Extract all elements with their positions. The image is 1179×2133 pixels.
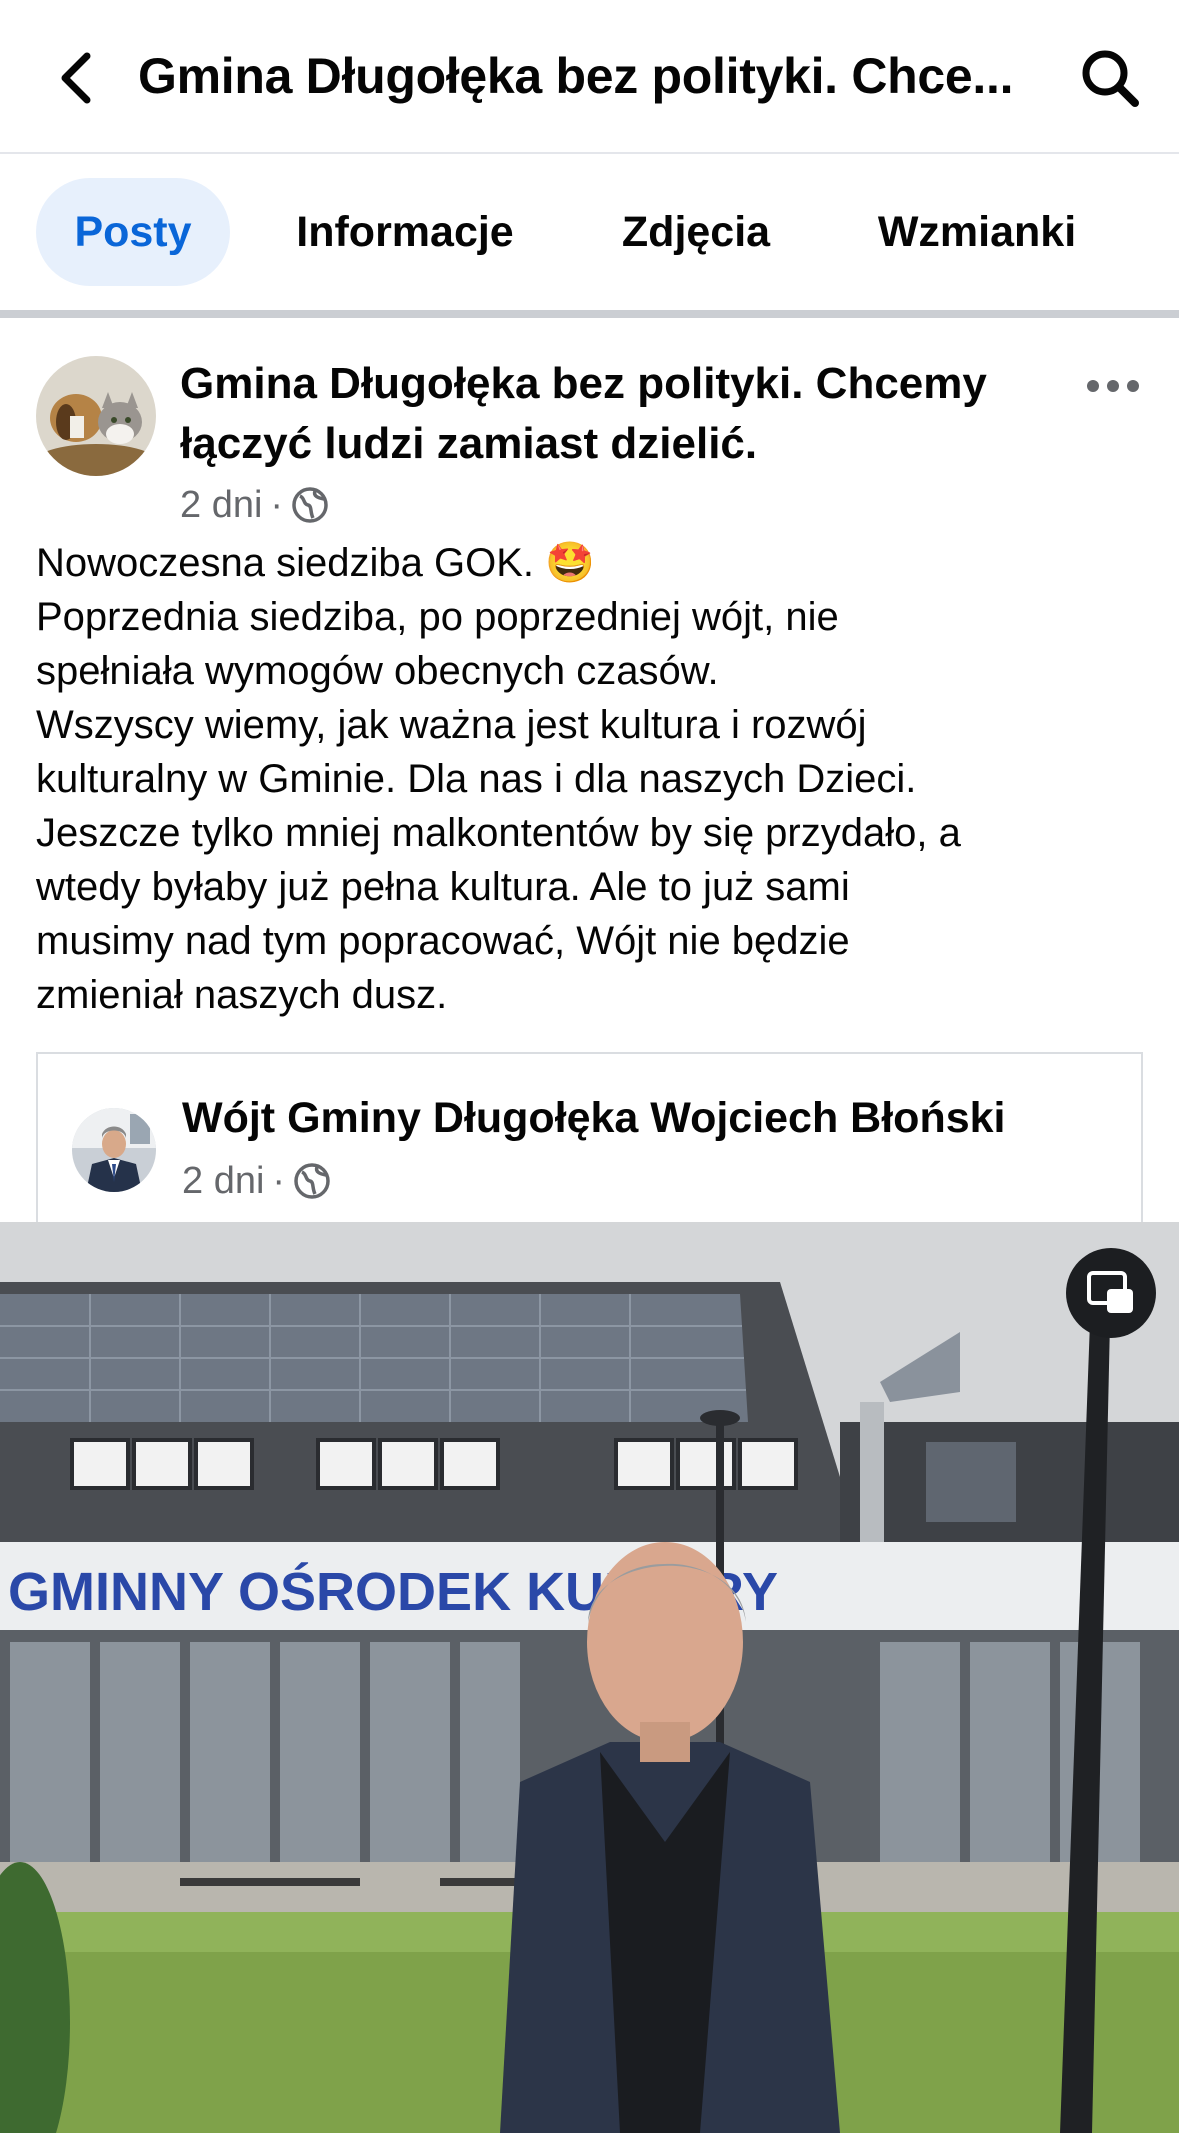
- globe-icon: [294, 1163, 330, 1199]
- post-text-line: Poprzednia siedziba, po poprzedniej wójt…: [36, 595, 839, 639]
- post-author-avatar[interactable]: [36, 356, 156, 476]
- shared-author-name[interactable]: Wójt Gminy Długołęka Wojciech Błoński: [182, 1090, 1006, 1146]
- search-button[interactable]: [1070, 38, 1150, 118]
- tab-posty[interactable]: Posty: [36, 178, 230, 286]
- tab-wzmianki[interactable]: Wzmianki: [852, 178, 1102, 286]
- back-button[interactable]: [40, 40, 110, 116]
- post-text-line: musimy nad tym popracować, Wójt nie będz…: [36, 919, 850, 963]
- picture-in-picture-icon: [1087, 1271, 1133, 1313]
- tab-bar: Posty Informacje Zdjęcia Wzmianki: [0, 156, 1179, 308]
- post-text-line: Jeszcze tylko mniej malkontentów by się …: [36, 811, 961, 855]
- post-timestamp[interactable]: 2 dni: [180, 484, 262, 527]
- more-horizontal-icon: [1087, 380, 1139, 392]
- post-author-name[interactable]: Gmina Długołęka bez polityki. Chcemy łąc…: [180, 354, 1060, 474]
- post-text-line: spełniała wymogów obecnych czasów.: [36, 649, 719, 693]
- shared-post-card[interactable]: Wójt Gminy Długołęka Wojciech Błoński 2 …: [36, 1052, 1143, 1222]
- picture-in-picture-button[interactable]: [1066, 1248, 1156, 1338]
- post-text-line: zmieniał naszych dusz.: [36, 973, 448, 1017]
- search-icon: [1082, 50, 1139, 107]
- top-bar: Gmina Długołęka bez polityki. Chce...: [0, 0, 1179, 154]
- tab-zdjecia[interactable]: Zdjęcia: [598, 178, 794, 286]
- video-frame-image: GMINNY OŚRODEK KULTURY: [0, 1222, 1179, 2133]
- post-video[interactable]: GMINNY OŚRODEK KULTURY: [0, 1222, 1179, 2133]
- post-text-line: Wszyscy wiemy, jak ważna jest kultura i …: [36, 703, 867, 747]
- globe-icon: [292, 487, 328, 523]
- shared-author-avatar[interactable]: [72, 1108, 156, 1192]
- post-text-line: Nowoczesna siedziba GOK. 🤩: [36, 541, 595, 585]
- meta-separator: ·: [270, 483, 284, 526]
- shared-post-meta: 2 dni ·: [182, 1156, 331, 1206]
- chevron-left-icon: [61, 52, 91, 104]
- post-meta: 2 dni ·: [180, 480, 329, 530]
- post-text: Nowoczesna siedziba GOK. 🤩 Poprzednia si…: [36, 536, 1146, 1022]
- meta-separator: ·: [272, 1159, 286, 1202]
- post-more-button[interactable]: [1080, 366, 1146, 406]
- page-title: Gmina Długołęka bez polityki. Chce...: [138, 48, 1014, 104]
- post-text-line: wtedy byłaby już pełna kultura. Ale to j…: [36, 865, 850, 909]
- tab-informacje[interactable]: Informacje: [272, 178, 538, 286]
- post-text-line: kulturalny w Gminie. Dla nas i dla naszy…: [36, 757, 917, 801]
- section-divider: [0, 310, 1179, 318]
- shared-timestamp[interactable]: 2 dni: [182, 1160, 264, 1203]
